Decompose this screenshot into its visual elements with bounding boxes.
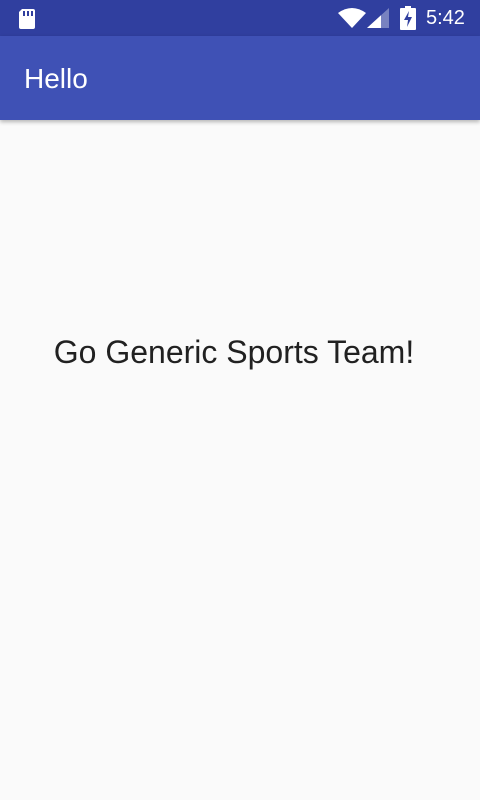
app-title: Hello: [24, 63, 88, 94]
status-time: 5:42: [426, 7, 465, 29]
battery-charging-icon: [400, 6, 416, 30]
app-bar: Hello: [0, 36, 480, 120]
main-content: Go Generic Sports Team!: [0, 120, 480, 800]
cell-signal-icon: [367, 8, 389, 28]
status-bar: 5:42: [0, 0, 480, 36]
sd-card-icon: [19, 9, 35, 29]
wifi-icon: [338, 8, 366, 28]
greeting-text: Go Generic Sports Team!: [53, 334, 415, 370]
